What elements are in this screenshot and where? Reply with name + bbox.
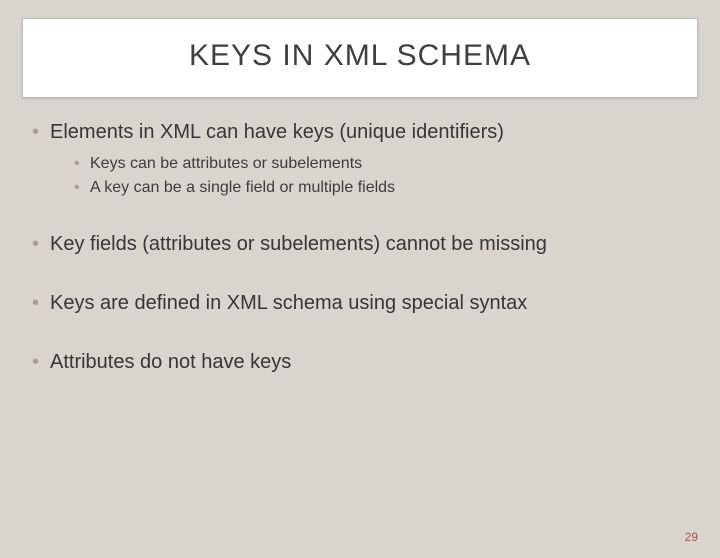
bullet-item: Elements in XML can have keys (unique id… bbox=[30, 120, 690, 198]
page-number: 29 bbox=[685, 530, 698, 544]
slide-content: Elements in XML can have keys (unique id… bbox=[0, 98, 720, 375]
bullet-text: Elements in XML can have keys (unique id… bbox=[50, 121, 504, 143]
title-box: KEYS IN XML SCHEMA bbox=[22, 18, 698, 98]
sub-bullet-list: Keys can be attributes or subelements A … bbox=[50, 153, 690, 198]
bullet-item: Attributes do not have keys bbox=[30, 350, 690, 375]
bullet-item: Key fields (attributes or subelements) c… bbox=[30, 232, 690, 257]
slide-title: KEYS IN XML SCHEMA bbox=[33, 39, 687, 73]
bullet-item: Keys are defined in XML schema using spe… bbox=[30, 291, 690, 316]
sub-bullet-item: A key can be a single field or multiple … bbox=[74, 177, 690, 199]
bullet-list: Elements in XML can have keys (unique id… bbox=[30, 120, 690, 375]
sub-bullet-item: Keys can be attributes or subelements bbox=[74, 153, 690, 175]
